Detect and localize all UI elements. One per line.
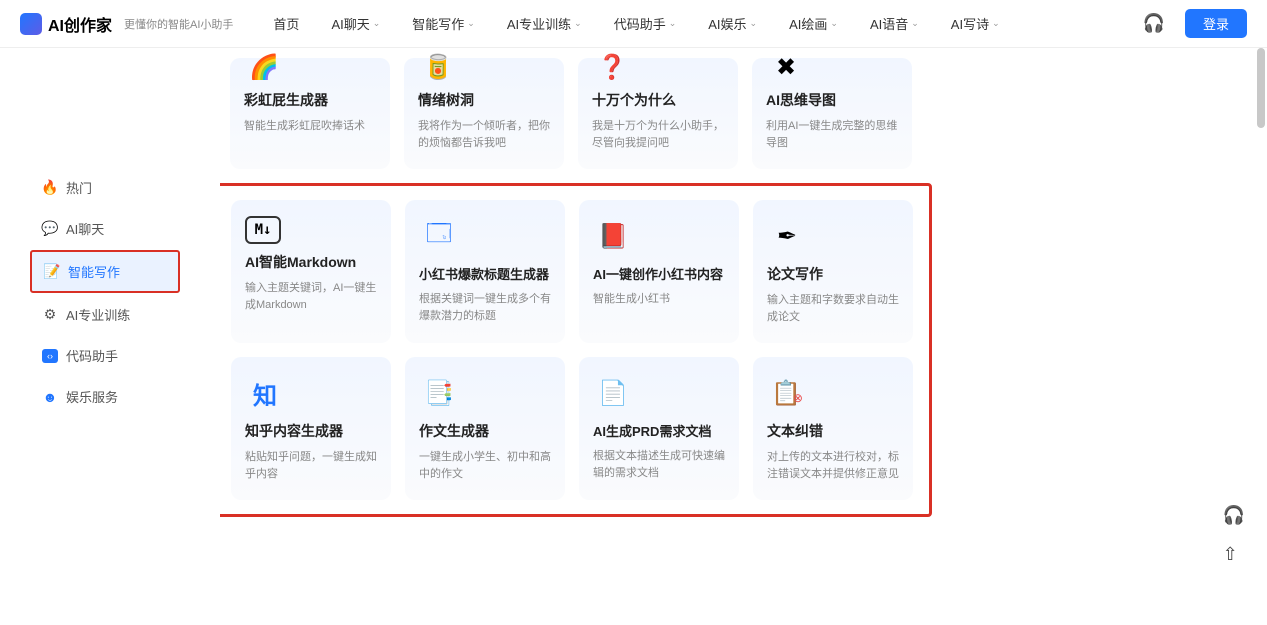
sidebar-item-chat[interactable]: 💬AI聊天 [30, 209, 180, 248]
chevron-down-icon: ⌄ [373, 18, 381, 29]
highlighted-section: M↓ AI智能Markdown 输入主题关键词，AI一键生成Markdown 🗔… [220, 183, 932, 517]
login-button[interactable]: 登录 [1185, 9, 1247, 38]
sidebar-item-code[interactable]: ‹›代码助手 [30, 336, 180, 375]
nav-ent[interactable]: AI娱乐⌄ [708, 14, 757, 33]
nav-voice[interactable]: AI语音⌄ [870, 14, 919, 33]
sidebar: 🔥热门 💬AI聊天 📝智能写作 ⚙AI专业训练 ‹›代码助手 ☻娱乐服务 [0, 48, 220, 625]
card-markdown[interactable]: M↓ AI智能Markdown 输入主题关键词，AI一键生成Markdown [231, 200, 391, 343]
card-mindmap[interactable]: ✖ AI思维导图 利用AI一键生成完整的思维导图 [752, 58, 912, 169]
nav-home[interactable]: 首页 [273, 14, 299, 33]
markdown-icon: M↓ [245, 216, 281, 244]
train-icon: ⚙ [42, 307, 58, 323]
card-xhs-title[interactable]: 🗔 小红书爆款标题生成器 根据关键词一键生成多个有爆款潜力的标题 [405, 200, 565, 343]
card-rainbow[interactable]: 🌈 彩虹屁生成器 智能生成彩虹屁吹捧话术 [230, 58, 390, 169]
fire-icon: 🔥 [42, 180, 58, 196]
nav-paint[interactable]: AI绘画⌄ [789, 14, 838, 33]
write-icon: 📝 [44, 264, 60, 280]
chevron-down-icon: ⌄ [669, 18, 677, 29]
card-essay[interactable]: 📑 作文生成器 一键生成小学生、初中和高中的作文 [405, 357, 565, 500]
card-why[interactable]: ❓ 十万个为什么 我是十万个为什么小助手，尽管向我提问吧 [578, 58, 738, 169]
nav-train[interactable]: AI专业训练⌄ [507, 14, 582, 33]
card-prd[interactable]: 📄 AI生成PRD需求文档 根据文本描述生成可快速编辑的需求文档 [579, 357, 739, 500]
smile-icon: ☻ [42, 389, 58, 405]
logo-icon [20, 13, 42, 35]
sidebar-item-train[interactable]: ⚙AI专业训练 [30, 295, 180, 334]
chevron-down-icon: ⌄ [830, 18, 838, 29]
card-xhs-content[interactable]: 📕 AI一键创作小红书内容 智能生成小红书 [579, 200, 739, 343]
card-treehole[interactable]: 🥫 情绪树洞 我将作为一个倾听者，把你的烦恼都告诉我吧 [404, 58, 564, 169]
header: AI创作家 更懂你的智能AI小助手 首页 AI聊天⌄ 智能写作⌄ AI专业训练⌄… [0, 0, 1267, 48]
rainbow-icon: 🌈 [244, 52, 284, 82]
top-card-row: 🌈 彩虹屁生成器 智能生成彩虹屁吹捧话术 🥫 情绪树洞 我将作为一个倾听者，把你… [230, 58, 1207, 169]
sidebar-item-hot[interactable]: 🔥热门 [30, 168, 180, 207]
chevron-down-icon: ⌄ [467, 18, 475, 29]
scrollbar[interactable] [1257, 48, 1265, 128]
error-doc-icon: 📋⊗ [767, 373, 807, 413]
chevron-down-icon: ⌄ [911, 18, 919, 29]
sidebar-item-write[interactable]: 📝智能写作 [30, 250, 180, 293]
card-zhihu[interactable]: 知 知乎内容生成器 粘贴知乎问题，一键生成知乎内容 [231, 357, 391, 500]
zhihu-icon: 知 [245, 373, 285, 413]
chevron-down-icon: ⌄ [574, 18, 582, 29]
sidebar-item-entertain[interactable]: ☻娱乐服务 [30, 377, 180, 416]
card-paper[interactable]: ✒ 论文写作 输入主题和字数要求自动生成论文 [753, 200, 913, 343]
card-proofread[interactable]: 📋⊗ 文本纠错 对上传的文本进行校对，标注错误文本并提供修正意见 [753, 357, 913, 500]
question-icon: ❓ [592, 52, 632, 82]
main-content: 🌈 彩虹屁生成器 智能生成彩虹屁吹捧话术 🥫 情绪树洞 我将作为一个倾听者，把你… [220, 48, 1267, 625]
window-icon: 🗔 [419, 216, 459, 256]
chevron-down-icon: ⌄ [750, 18, 758, 29]
float-tools: 🎧 ⇧ [1223, 505, 1245, 565]
tagline: 更懂你的智能AI小助手 [124, 16, 233, 32]
mindmap-icon: ✖ [766, 52, 806, 82]
top-nav: 首页 AI聊天⌄ 智能写作⌄ AI专业训练⌄ 代码助手⌄ AI娱乐⌄ AI绘画⌄… [273, 14, 1142, 33]
back-to-top-icon[interactable]: ⇧ [1223, 544, 1245, 565]
can-icon: 🥫 [418, 52, 458, 82]
chevron-down-icon: ⌄ [992, 18, 1000, 29]
redbook-icon: 📕 [593, 216, 633, 256]
doc-icon: 📑 [419, 373, 459, 413]
support-icon[interactable]: 🎧 [1143, 13, 1165, 34]
brand-name: AI创作家 [48, 12, 112, 36]
chat-icon: 💬 [42, 221, 58, 237]
nav-write[interactable]: 智能写作⌄ [412, 14, 475, 33]
logo[interactable]: AI创作家 [20, 12, 112, 36]
pen-icon: ✒ [767, 216, 807, 256]
nav-chat[interactable]: AI聊天⌄ [331, 14, 380, 33]
code-icon: ‹› [42, 349, 58, 363]
prd-icon: 📄 [593, 373, 633, 413]
nav-code[interactable]: 代码助手⌄ [614, 14, 677, 33]
nav-poem[interactable]: AI写诗⌄ [951, 14, 1000, 33]
support-float-icon[interactable]: 🎧 [1223, 505, 1245, 526]
